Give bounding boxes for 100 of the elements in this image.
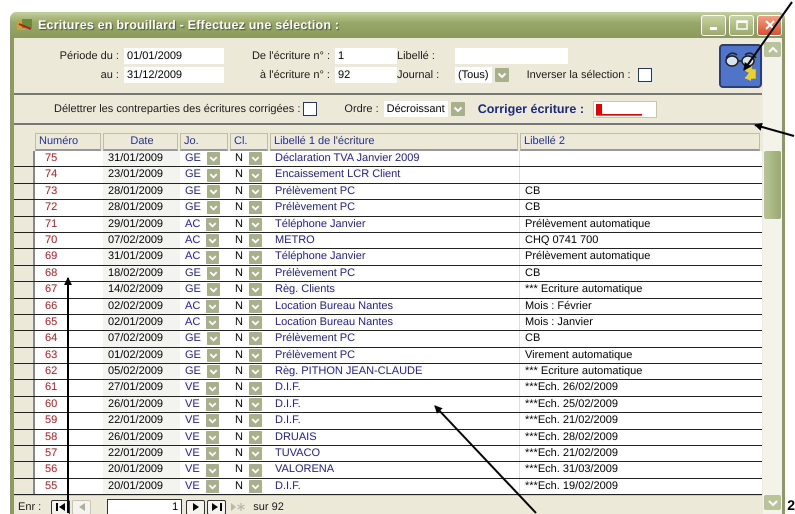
dropdown-button[interactable] (248, 414, 262, 428)
dropdown-button[interactable] (248, 234, 262, 248)
dropdown-button[interactable] (206, 218, 220, 231)
dropdown-button[interactable] (248, 430, 262, 444)
dropdown-button[interactable] (206, 283, 220, 296)
dropdown-button[interactable] (248, 184, 262, 198)
dropdown-button[interactable] (206, 480, 219, 493)
dropdown-button[interactable] (206, 168, 220, 182)
table-cell: 14/02/2009 (103, 282, 180, 298)
row-selector[interactable] (14, 430, 35, 446)
dropdown-button[interactable] (206, 250, 220, 264)
checkbox-label: Inverser la sélection : (526, 69, 630, 81)
dropdown-button[interactable] (494, 68, 509, 82)
dropdown-button[interactable] (248, 201, 262, 214)
record-field[interactable]: 1 (107, 499, 182, 514)
column-header[interactable]: Date (103, 133, 178, 151)
first-record-button[interactable] (51, 500, 70, 514)
table-cell: Règ. PITHON JEAN-CLAUDE (270, 364, 520, 380)
row-selector[interactable] (14, 396, 35, 412)
column-header[interactable]: Libellé 2 (520, 133, 760, 151)
date-field[interactable]: 31/12/2009 (124, 67, 224, 83)
scroll-up-button[interactable] (764, 42, 781, 57)
table-cell-text: N (235, 282, 243, 298)
table-cell: 01/02/2009 (103, 348, 180, 364)
dropdown-button[interactable] (206, 398, 219, 412)
scroll-down-button[interactable] (764, 495, 781, 510)
number-field[interactable]: 1 (335, 48, 397, 64)
dropdown-button[interactable] (206, 316, 220, 330)
dropdown-button[interactable] (206, 365, 220, 378)
dropdown-button[interactable] (450, 102, 465, 116)
dropdown-button[interactable] (206, 234, 220, 248)
text-field[interactable] (455, 48, 568, 64)
invert-checkbox[interactable] (638, 68, 652, 82)
next-record-button[interactable] (186, 500, 206, 514)
dropdown-button[interactable] (206, 332, 220, 346)
dropdown-button[interactable] (248, 316, 262, 330)
number-field[interactable]: 92 (335, 67, 397, 83)
row-selector[interactable] (14, 348, 35, 364)
row-selector[interactable] (14, 364, 35, 380)
dropdown-button[interactable] (206, 201, 220, 214)
dropdown-button[interactable] (248, 480, 262, 493)
dropdown-button[interactable] (206, 430, 219, 444)
field-label: Journal : (397, 69, 440, 81)
dropdown-button[interactable] (206, 300, 220, 313)
column-header[interactable]: Cl. (230, 133, 268, 151)
dropdown-button[interactable] (248, 283, 262, 296)
column-header[interactable]: Libellé 1 de l'écriture (270, 133, 518, 151)
dropdown-button[interactable] (206, 152, 220, 166)
table-cell: Encaissement LCR Client (270, 167, 520, 183)
date-field[interactable]: 01/01/2009 (124, 48, 224, 64)
dropdown-button[interactable] (206, 348, 220, 362)
dropdown-button[interactable] (248, 300, 262, 313)
row-selector[interactable] (14, 478, 35, 494)
column-header[interactable]: Jo. (180, 133, 228, 151)
dropdown-button[interactable] (248, 348, 262, 362)
row-selector[interactable] (14, 232, 35, 248)
correct-field[interactable] (592, 100, 657, 118)
dropdown-button[interactable] (248, 398, 262, 412)
row-selector[interactable] (14, 216, 35, 232)
checkbox-label: Délettrer les contreparties des écritures corrigées : (54, 103, 300, 115)
table-cell: Prélèvement PC (270, 184, 520, 200)
table-cell-text: 55 (44, 478, 58, 494)
row-selector[interactable] (14, 266, 35, 282)
table-cell-text: VE (185, 430, 200, 445)
dropdown-button[interactable] (206, 464, 219, 477)
table-cell-text: N (235, 151, 243, 166)
last-record-button[interactable] (207, 500, 226, 514)
dropdown-button[interactable] (248, 447, 262, 460)
scrollbar[interactable] (763, 38, 782, 514)
row-selector[interactable] (14, 184, 35, 200)
close-button[interactable] (757, 14, 782, 36)
minimize-button[interactable] (701, 14, 726, 36)
app-icon (16, 18, 34, 32)
order-dropdown[interactable]: Décroissant (384, 101, 448, 117)
dropdown-button[interactable] (206, 382, 219, 395)
dropdown-button[interactable] (248, 332, 262, 346)
row-selector[interactable] (14, 298, 35, 314)
row-selector[interactable] (14, 446, 35, 462)
row-selector[interactable] (14, 314, 35, 330)
dropdown-button[interactable] (248, 218, 262, 231)
table-cell-text: 75 (44, 151, 58, 166)
dropdown-button[interactable] (248, 382, 262, 395)
row-selector[interactable] (14, 151, 35, 166)
dropdown-button[interactable] (248, 152, 262, 166)
dropdown-button[interactable] (248, 464, 262, 477)
table-cell-text: GE (185, 151, 201, 166)
dropdown-button[interactable] (206, 414, 219, 428)
dropdown-button[interactable] (248, 168, 262, 182)
dropdown-button[interactable] (206, 447, 219, 460)
dropdown-button[interactable] (248, 365, 262, 378)
column-header[interactable]: Numéro (35, 133, 101, 151)
scroll-thumb[interactable] (764, 151, 781, 219)
dropdown-button[interactable] (248, 250, 262, 264)
view-button[interactable] (719, 44, 762, 88)
dropdown-button[interactable] (206, 266, 220, 280)
table-cell-text: 59 (44, 413, 58, 428)
dropdown-button[interactable] (248, 266, 262, 280)
journal-dropdown[interactable]: (Tous) (455, 67, 492, 83)
dropdown-button[interactable] (206, 184, 220, 198)
unletter-checkbox[interactable] (303, 102, 318, 116)
